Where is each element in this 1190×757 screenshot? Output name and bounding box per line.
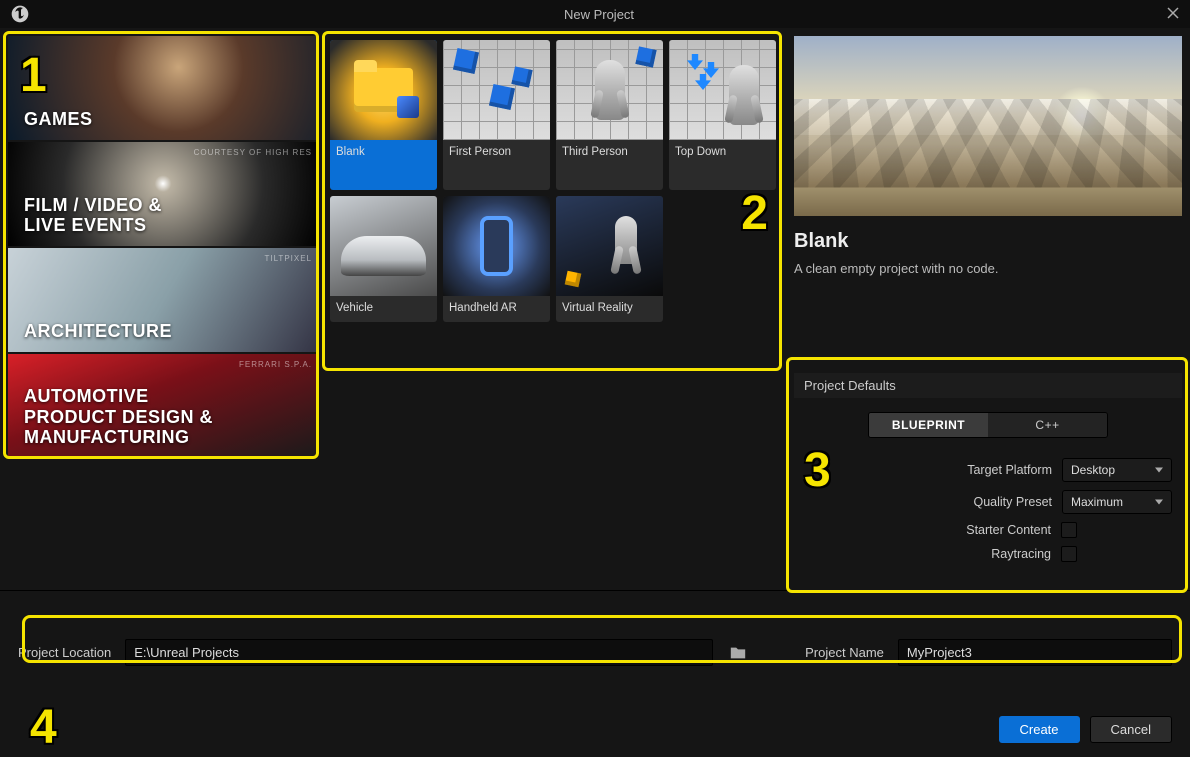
category-film-video[interactable]: COURTESY OF HIGH RES FILM / VIDEO & LIVE… bbox=[8, 142, 318, 246]
titlebar: New Project bbox=[0, 0, 1190, 28]
category-label: FILM / VIDEO & LIVE EVENTS bbox=[24, 195, 162, 236]
template-vehicle[interactable]: Vehicle bbox=[330, 196, 437, 322]
details-column: Blank A clean empty project with no code… bbox=[794, 36, 1182, 582]
category-architecture[interactable]: TILTPIXEL ARCHITECTURE bbox=[8, 248, 318, 352]
template-column: 2 Blank First Person bbox=[326, 36, 786, 582]
category-label: AUTOMOTIVE PRODUCT DESIGN & MANUFACTURIN… bbox=[24, 386, 213, 448]
category-credit: FERRARI S.P.A. bbox=[239, 360, 312, 369]
divider bbox=[0, 590, 1190, 591]
implementation-segmented: BLUEPRINT C++ bbox=[868, 412, 1108, 438]
window-title: New Project bbox=[32, 7, 1166, 22]
category-credit: COURTESY OF HIGH RES bbox=[194, 148, 312, 157]
raytracing-label: Raytracing bbox=[991, 547, 1051, 561]
project-defaults-header: Project Defaults bbox=[794, 373, 1182, 398]
template-grid: Blank First Person Thi bbox=[326, 36, 786, 326]
raytracing-checkbox[interactable] bbox=[1061, 546, 1077, 562]
template-virtual-reality[interactable]: Virtual Reality bbox=[556, 196, 663, 322]
quality-preset-label: Quality Preset bbox=[973, 495, 1052, 509]
category-label: GAMES bbox=[24, 109, 93, 130]
template-label: First Person bbox=[443, 140, 550, 166]
project-defaults-panel: 3 Project Defaults BLUEPRINT C++ Target … bbox=[794, 373, 1182, 582]
template-label: Top Down bbox=[669, 140, 776, 166]
template-handheld-ar[interactable]: Handheld AR bbox=[443, 196, 550, 322]
starter-content-label: Starter Content bbox=[966, 523, 1051, 537]
cpp-button[interactable]: C++ bbox=[988, 413, 1107, 437]
template-label: Handheld AR bbox=[443, 296, 550, 322]
template-label: Vehicle bbox=[330, 296, 437, 322]
starter-content-checkbox[interactable] bbox=[1061, 522, 1077, 538]
main-area: 1 GAMES COURTESY OF HIGH RES FILM / VIDE… bbox=[0, 28, 1190, 590]
footer: 4 Project Location Project Name Create C… bbox=[0, 621, 1190, 757]
project-location-input[interactable] bbox=[125, 639, 713, 666]
target-platform-label: Target Platform bbox=[967, 463, 1052, 477]
new-project-window: New Project 1 GAMES COURTESY OF HIGH RES… bbox=[0, 0, 1190, 757]
template-preview-description: A clean empty project with no code. bbox=[794, 261, 1182, 276]
template-blank[interactable]: Blank bbox=[330, 40, 437, 190]
target-platform-select[interactable]: Desktop bbox=[1062, 458, 1172, 482]
category-games[interactable]: GAMES bbox=[8, 36, 318, 140]
template-label: Virtual Reality bbox=[556, 296, 663, 322]
browse-folder-icon[interactable] bbox=[727, 642, 749, 664]
template-top-down[interactable]: Top Down bbox=[669, 40, 776, 190]
quality-preset-select[interactable]: Maximum bbox=[1062, 490, 1172, 514]
cancel-button[interactable]: Cancel bbox=[1090, 716, 1172, 743]
create-button[interactable]: Create bbox=[999, 716, 1080, 743]
project-name-label: Project Name bbox=[805, 645, 884, 660]
unreal-logo-icon bbox=[8, 2, 32, 26]
template-first-person[interactable]: First Person bbox=[443, 40, 550, 190]
project-name-input[interactable] bbox=[898, 639, 1172, 666]
template-third-person[interactable]: Third Person bbox=[556, 40, 663, 190]
category-automotive[interactable]: FERRARI S.P.A. AUTOMOTIVE PRODUCT DESIGN… bbox=[8, 354, 318, 458]
template-preview-image bbox=[794, 36, 1182, 216]
category-column: 1 GAMES COURTESY OF HIGH RES FILM / VIDE… bbox=[8, 36, 318, 582]
category-label: ARCHITECTURE bbox=[24, 321, 172, 342]
template-preview-title: Blank bbox=[794, 230, 1182, 253]
category-credit: TILTPIXEL bbox=[264, 254, 312, 263]
project-location-label: Project Location bbox=[18, 645, 111, 660]
template-label: Blank bbox=[330, 140, 437, 166]
blueprint-button[interactable]: BLUEPRINT bbox=[869, 413, 988, 437]
close-icon[interactable] bbox=[1166, 6, 1182, 22]
template-label: Third Person bbox=[556, 140, 663, 166]
